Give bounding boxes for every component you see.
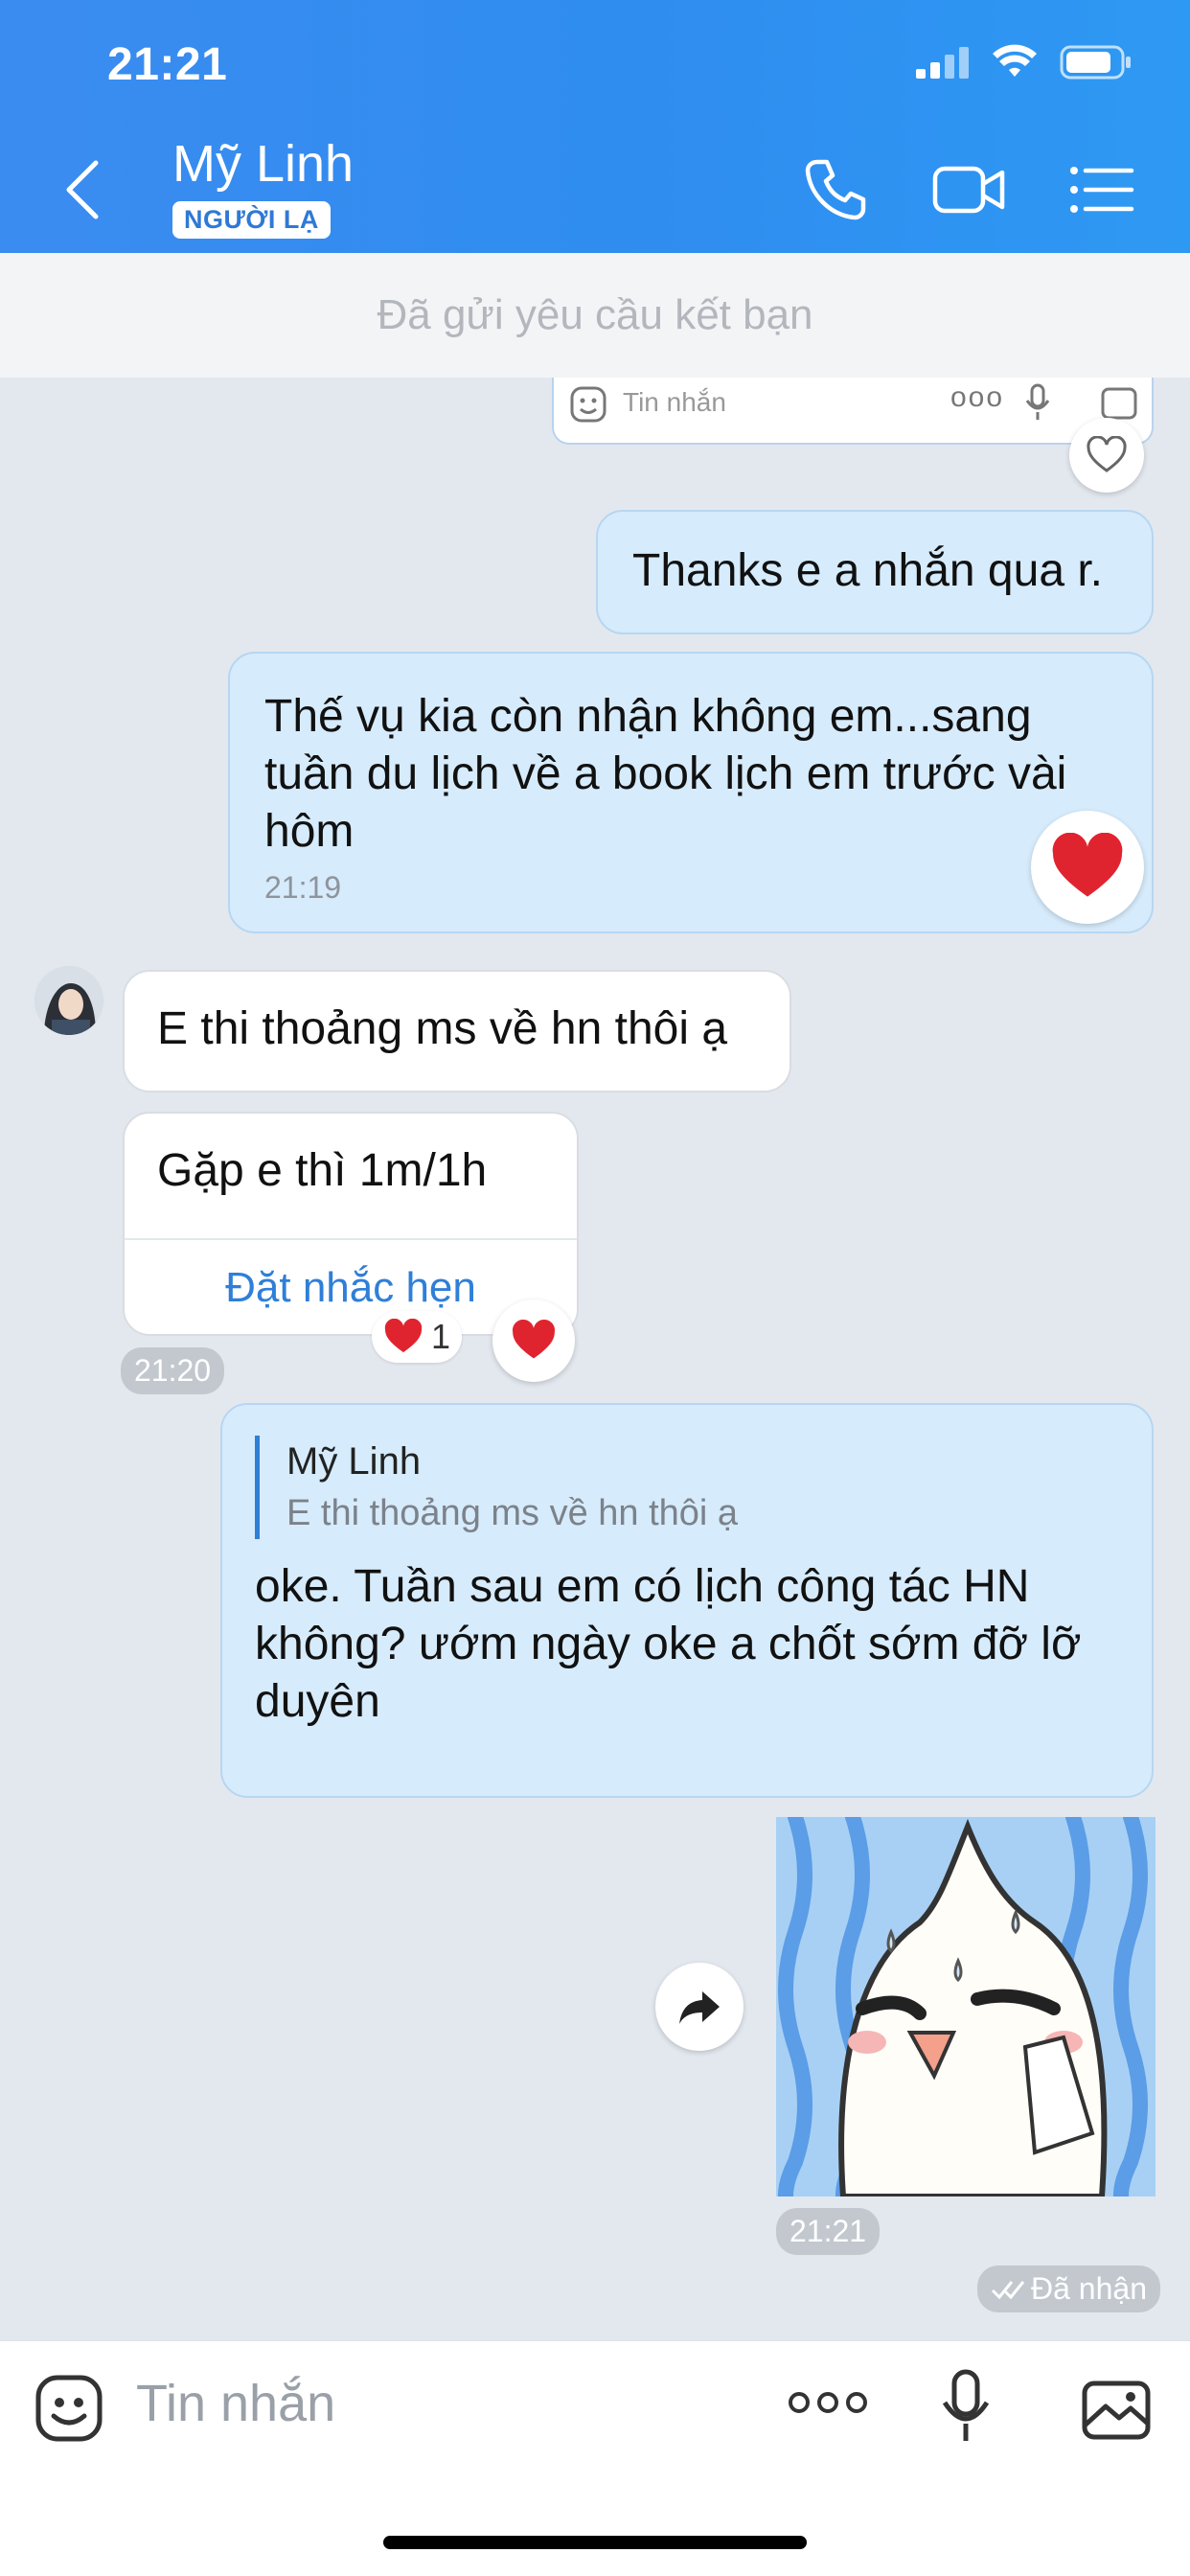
message-bubble-received[interactable]: Gặp e thì 1m/1h Đặt nhắc hẹn — [123, 1112, 579, 1336]
heart-outline-icon — [1087, 436, 1127, 472]
contact-name[interactable]: Mỹ Linh — [172, 134, 354, 194]
message-bubble-received[interactable]: E thi thoảng ms về hn thôi ạ — [123, 970, 791, 1092]
wifi-icon — [993, 44, 1037, 77]
message-bubble-sent[interactable]: Thanks e a nhắn qua r. — [596, 510, 1154, 634]
heart-icon — [512, 1320, 556, 1359]
message-time: 21:21 — [776, 2208, 881, 2255]
chat-options-button[interactable] — [1064, 153, 1140, 226]
image-picker-button[interactable] — [1081, 2374, 1152, 2446]
message-text: oke. Tuần sau em có lịch công tác HN khô… — [255, 1561, 1082, 1727]
react-heart-button[interactable] — [492, 1300, 575, 1382]
message-input[interactable]: Tin nhắn — [136, 2374, 335, 2433]
back-button[interactable] — [54, 153, 111, 226]
delivery-status-text: Đã nhận — [1031, 2271, 1147, 2306]
sticker-icon — [570, 386, 606, 423]
phone-icon — [805, 159, 866, 220]
microphone-icon — [1025, 383, 1050, 420]
sticker-icon — [35, 2375, 103, 2442]
set-reminder-label: Đặt nhắc hẹn — [225, 1264, 476, 1311]
message-text: Thế vụ kia còn nhận không em...sang tuần… — [264, 691, 1067, 857]
sticker-message[interactable] — [776, 1817, 1156, 2196]
crying-bun-sticker — [776, 1817, 1156, 2196]
quoted-message[interactable]: Mỹ Linh E thi thoảng ms về hn thôi ạ — [255, 1436, 1119, 1539]
more-options-button[interactable] — [788, 2383, 868, 2426]
partial-input-placeholder: Tin nhắn — [623, 387, 726, 417]
image-gallery-icon — [1101, 387, 1137, 420]
heart-icon — [1052, 833, 1123, 897]
chevron-left-icon — [66, 160, 99, 219]
voice-call-button[interactable] — [797, 153, 874, 226]
forward-button[interactable] — [655, 1963, 744, 2051]
avatar-photo — [34, 966, 103, 1035]
home-indicator[interactable] — [383, 2536, 807, 2549]
microphone-icon — [942, 2369, 990, 2441]
status-time: 21:21 — [107, 39, 228, 90]
chat-header: 21:21 Mỹ Linh NGƯỜI LẠ — [0, 0, 1190, 253]
stranger-badge: NGƯỜI LẠ — [172, 201, 331, 239]
battery-icon — [1060, 45, 1131, 80]
image-gallery-icon — [1082, 2380, 1151, 2440]
heart-reaction[interactable] — [1031, 811, 1144, 924]
friend-request-banner: Đã gửi yêu cầu kết bạn — [0, 253, 1190, 378]
video-camera-icon — [932, 166, 1005, 214]
friend-request-text: Đã gửi yêu cầu kết bạn — [377, 291, 813, 338]
message-time: 21:20 — [121, 1347, 225, 1394]
message-bubble-sent[interactable]: Thế vụ kia còn nhận không em...sang tuần… — [228, 652, 1154, 933]
voice-record-button[interactable] — [941, 2368, 991, 2450]
message-time: 21:19 — [264, 870, 342, 905]
sticker-button[interactable] — [34, 2374, 103, 2443]
image-message-partial[interactable]: Tin nhắn ooo — [552, 378, 1154, 445]
message-text: Gặp e thì 1m/1h — [157, 1145, 488, 1196]
quoted-sender: Mỹ Linh — [286, 1440, 422, 1483]
heart-icon — [384, 1319, 423, 1353]
delivery-status: Đã nhận — [977, 2266, 1160, 2312]
cellular-signal-icon — [916, 47, 969, 79]
double-check-icon — [991, 2280, 1025, 2299]
quoted-text: E thi thoảng ms về hn thôi ạ — [286, 1493, 739, 1533]
react-heart-button[interactable] — [1069, 418, 1144, 493]
avatar[interactable] — [34, 966, 103, 1035]
reaction-summary[interactable]: 1 — [372, 1311, 463, 1363]
message-text: E thi thoảng ms về hn thôi ạ — [157, 1003, 728, 1054]
message-list[interactable]: Tin nhắn ooo Thanks e a nhắn qua r. Thế … — [0, 378, 1190, 2340]
forward-arrow-icon — [679, 1991, 720, 2024]
message-text: Thanks e a nhắn qua r. — [632, 545, 1104, 596]
status-icons — [916, 44, 1133, 80]
menu-list-icon — [1070, 167, 1134, 213]
more-dots-icon — [789, 2392, 867, 2413]
video-call-button[interactable] — [931, 153, 1008, 226]
message-bubble-sent-reply[interactable]: Mỹ Linh E thi thoảng ms về hn thôi ạ oke… — [220, 1403, 1154, 1798]
more-dots-icon: ooo — [950, 381, 1005, 413]
reaction-count: 1 — [431, 1317, 451, 1356]
